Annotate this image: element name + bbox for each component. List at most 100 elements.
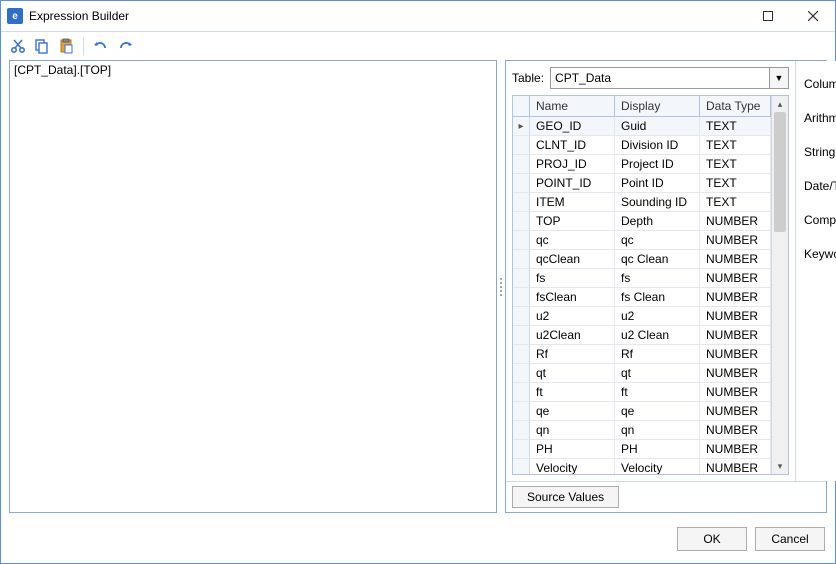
ok-button[interactable]: OK xyxy=(677,527,747,551)
dialog-footer: OK Cancel xyxy=(1,521,835,563)
table-row[interactable]: qeqeNUMBER xyxy=(513,402,771,421)
cell-name: fs xyxy=(530,269,615,288)
table-row[interactable]: POINT_IDPoint IDTEXT xyxy=(513,174,771,193)
columns-grid[interactable]: Name Display Data Type ▸GEO_IDGuidTEXTCL… xyxy=(513,96,771,474)
cell-datatype: NUMBER xyxy=(700,345,771,364)
cell-display: qn xyxy=(615,421,700,440)
columns-grid-header: Name Display Data Type xyxy=(513,96,771,117)
table-row[interactable]: fsfsNUMBER xyxy=(513,269,771,288)
table-row[interactable]: qcqcNUMBER xyxy=(513,231,771,250)
cell-name: qcClean xyxy=(530,250,615,269)
undo-button[interactable] xyxy=(92,37,110,55)
table-row[interactable]: PHPHNUMBER xyxy=(513,440,771,459)
row-header xyxy=(513,269,530,288)
cell-datatype: TEXT xyxy=(700,136,771,155)
splitter-handle[interactable] xyxy=(497,60,505,513)
cell-datatype: NUMBER xyxy=(700,288,771,307)
cell-datatype: NUMBER xyxy=(700,459,771,474)
cell-display: fs xyxy=(615,269,700,288)
category-tab-date-time[interactable]: Date/Time xyxy=(796,169,836,203)
row-header xyxy=(513,307,530,326)
cell-display: Division ID xyxy=(615,136,700,155)
col-header-datatype[interactable]: Data Type xyxy=(700,96,771,117)
table-combobox[interactable]: ▼ xyxy=(550,67,789,89)
scroll-thumb[interactable] xyxy=(774,112,786,232)
cell-datatype: NUMBER xyxy=(700,402,771,421)
cancel-button[interactable]: Cancel xyxy=(755,527,825,551)
table-row[interactable]: ITEMSounding IDTEXT xyxy=(513,193,771,212)
scroll-up-icon[interactable]: ▴ xyxy=(772,96,788,112)
table-combobox-button[interactable]: ▼ xyxy=(769,68,788,88)
category-tab-comparison[interactable]: Comparison xyxy=(796,203,836,237)
row-header xyxy=(513,136,530,155)
expression-input[interactable]: [CPT_Data].[TOP] xyxy=(9,60,497,513)
table-row[interactable]: qtqtNUMBER xyxy=(513,364,771,383)
cell-datatype: NUMBER xyxy=(700,250,771,269)
expression-builder-window: e Expression Builder xyxy=(0,0,836,564)
cell-datatype: TEXT xyxy=(700,174,771,193)
cell-display: Sounding ID xyxy=(615,193,700,212)
table-row[interactable]: VelocityVelocityNUMBER xyxy=(513,459,771,474)
table-row[interactable]: u2Cleanu2 CleanNUMBER xyxy=(513,326,771,345)
category-tabs: ColumnsArithmeticStringDate/TimeComparis… xyxy=(795,61,836,481)
cut-icon xyxy=(10,38,26,54)
paste-button[interactable] xyxy=(57,37,75,55)
table-row[interactable]: qcCleanqc CleanNUMBER xyxy=(513,250,771,269)
cell-name: fsClean xyxy=(530,288,615,307)
redo-icon xyxy=(117,38,133,54)
table-row[interactable]: TOPDepthNUMBER xyxy=(513,212,771,231)
right-pane: Table: ▼ Name xyxy=(505,60,827,513)
cell-display: Depth xyxy=(615,212,700,231)
row-header xyxy=(513,421,530,440)
cell-display: Guid xyxy=(615,117,700,136)
category-tab-columns[interactable]: Columns xyxy=(796,67,836,101)
cell-datatype: NUMBER xyxy=(700,269,771,288)
cell-name: qe xyxy=(530,402,615,421)
category-tab-arithmetic[interactable]: Arithmetic xyxy=(796,101,836,135)
table-row[interactable]: RfRfNUMBER xyxy=(513,345,771,364)
cell-name: TOP xyxy=(530,212,615,231)
cell-display: PH xyxy=(615,440,700,459)
table-row[interactable]: PROJ_IDProject IDTEXT xyxy=(513,155,771,174)
row-header xyxy=(513,364,530,383)
cell-name: qt xyxy=(530,364,615,383)
titlebar: e Expression Builder xyxy=(1,1,835,32)
cell-datatype: NUMBER xyxy=(700,383,771,402)
maximize-icon xyxy=(763,11,773,21)
category-tab-string[interactable]: String xyxy=(796,135,836,169)
cell-datatype: TEXT xyxy=(700,193,771,212)
cell-name: qc xyxy=(530,231,615,250)
cell-datatype: NUMBER xyxy=(700,326,771,345)
scroll-down-icon[interactable]: ▾ xyxy=(772,458,788,474)
row-header xyxy=(513,326,530,345)
table-row[interactable]: fsCleanfs CleanNUMBER xyxy=(513,288,771,307)
table-row[interactable]: CLNT_IDDivision IDTEXT xyxy=(513,136,771,155)
table-row[interactable]: qnqnNUMBER xyxy=(513,421,771,440)
table-row[interactable]: ftftNUMBER xyxy=(513,383,771,402)
cell-name: qn xyxy=(530,421,615,440)
table-row[interactable]: u2u2NUMBER xyxy=(513,307,771,326)
app-icon: e xyxy=(7,8,23,24)
cell-name: Rf xyxy=(530,345,615,364)
category-tab-keyword[interactable]: Keyword xyxy=(796,237,836,271)
copy-icon xyxy=(34,38,50,54)
cell-name: PH xyxy=(530,440,615,459)
copy-button[interactable] xyxy=(33,37,51,55)
maximize-button[interactable] xyxy=(745,1,790,31)
cell-name: GEO_ID xyxy=(530,117,615,136)
cell-display: ft xyxy=(615,383,700,402)
redo-button[interactable] xyxy=(116,37,134,55)
source-values-button[interactable]: Source Values xyxy=(512,486,619,508)
col-header-name[interactable]: Name xyxy=(530,96,615,117)
close-button[interactable] xyxy=(790,1,835,31)
col-header-display[interactable]: Display xyxy=(615,96,700,117)
row-header xyxy=(513,174,530,193)
row-header xyxy=(513,383,530,402)
window-title: Expression Builder xyxy=(29,9,129,23)
content-area: [CPT_Data].[TOP] Table: ▼ xyxy=(1,60,835,521)
table-combobox-input[interactable] xyxy=(551,68,769,88)
table-row[interactable]: ▸GEO_IDGuidTEXT xyxy=(513,117,771,136)
grid-scrollbar[interactable]: ▴ ▾ xyxy=(771,96,788,474)
cell-datatype: TEXT xyxy=(700,155,771,174)
cut-button[interactable] xyxy=(9,37,27,55)
